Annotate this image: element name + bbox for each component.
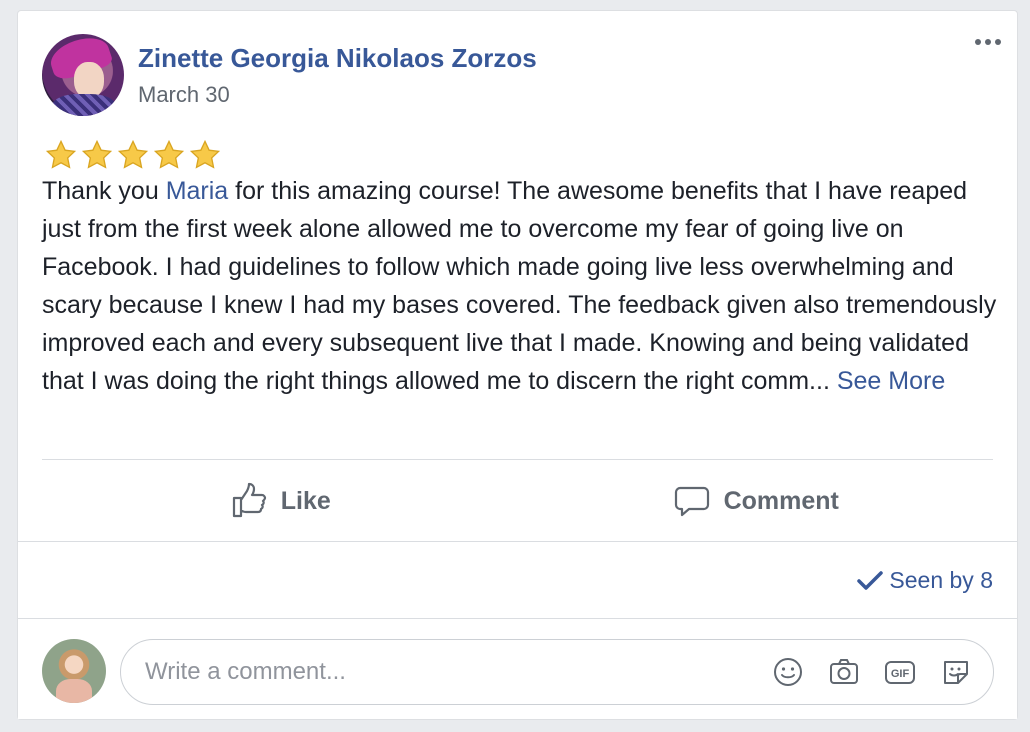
author-avatar[interactable] [42, 34, 124, 116]
sticker-icon[interactable] [939, 655, 973, 689]
check-icon [857, 570, 884, 590]
comment-tools: GIF [771, 655, 973, 689]
star-icon [45, 139, 77, 169]
like-button[interactable]: Like [42, 473, 518, 529]
divider [42, 459, 993, 460]
camera-icon[interactable] [827, 655, 861, 689]
like-label: Like [280, 486, 331, 515]
current-user-avatar[interactable] [42, 639, 106, 703]
star-icon [189, 139, 221, 169]
comment-composer: GIF [18, 619, 1017, 719]
comment-label: Comment [723, 486, 839, 515]
author-name[interactable]: Zinette Georgia Nikolaos Zorzos [138, 43, 537, 74]
more-options-icon[interactable] [975, 39, 1001, 45]
divider [18, 541, 1017, 542]
star-icon [117, 139, 149, 169]
mention-link[interactable]: Maria [166, 177, 229, 205]
star-icon [153, 139, 185, 169]
see-more-link[interactable]: See More [837, 367, 945, 395]
comment-button[interactable]: Comment [518, 473, 994, 529]
post-body: Thank you Maria for this amazing course!… [42, 172, 1002, 400]
seen-by-indicator[interactable]: Seen by 8 [857, 567, 993, 594]
star-rating [44, 139, 222, 171]
comment-bubble-icon [674, 486, 709, 517]
post-text-start: Thank you [42, 177, 166, 205]
post-card: Zinette Georgia Nikolaos Zorzos March 30… [17, 10, 1018, 720]
svg-text:GIF: GIF [891, 668, 910, 680]
post-date[interactable]: March 30 [138, 82, 230, 108]
comment-input[interactable] [143, 657, 747, 687]
comment-box[interactable]: GIF [120, 639, 994, 705]
post-text-rest: for this amazing course! The awesome ben… [42, 177, 997, 395]
emoji-icon[interactable] [771, 655, 805, 689]
gif-icon[interactable]: GIF [883, 655, 917, 689]
seen-by-label: Seen by 8 [889, 567, 993, 593]
star-icon [81, 139, 113, 169]
thumbs-up-icon [232, 482, 266, 518]
post-actions: Like Comment [42, 473, 993, 529]
